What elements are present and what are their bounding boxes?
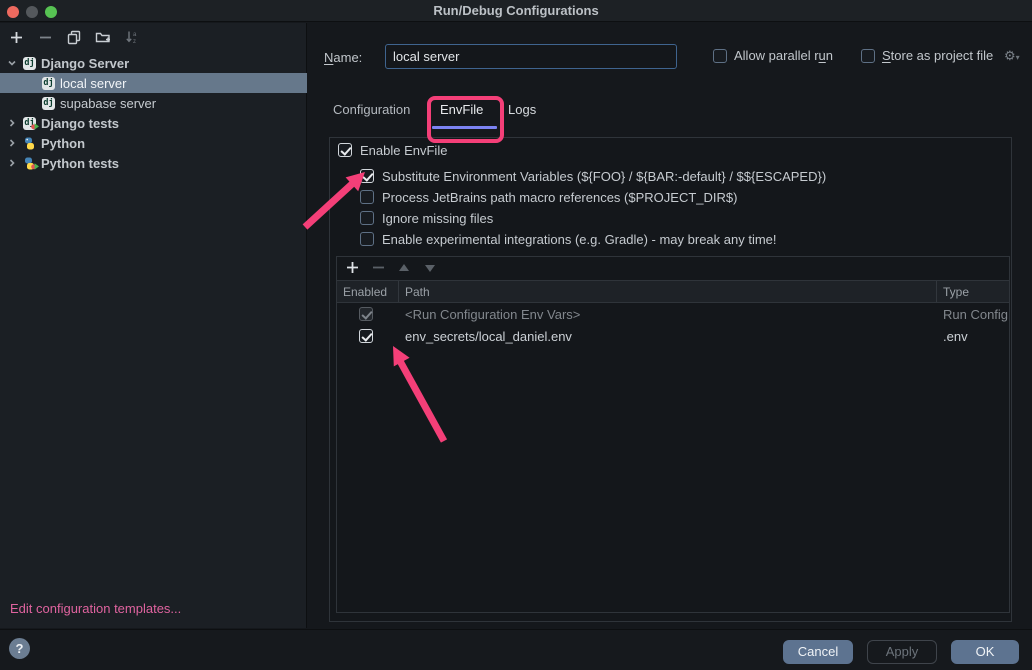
column-header-type[interactable]: Type xyxy=(937,281,1009,302)
name-input[interactable] xyxy=(385,44,677,69)
column-header-enabled[interactable]: Enabled xyxy=(337,281,399,302)
sort-alphabetically-icon[interactable]: az xyxy=(124,29,140,45)
table-row[interactable]: <Run Configuration Env Vars> Run Config xyxy=(337,303,1009,325)
checkbox-label: Process JetBrains path macro references … xyxy=(382,190,737,205)
tab-logs[interactable]: Logs xyxy=(508,102,536,117)
enable-envfile-checkbox[interactable]: Enable EnvFile xyxy=(338,142,447,158)
tree-item-label: supabase server xyxy=(60,96,156,111)
allow-parallel-run-checkbox[interactable]: Allow parallel run xyxy=(713,48,833,63)
chevron-down-icon[interactable] xyxy=(6,58,18,68)
envfile-tab-content: Enable EnvFile Substitute Environment Va… xyxy=(329,137,1012,622)
tree-item-label: Django tests xyxy=(41,116,119,131)
add-configuration-icon[interactable] xyxy=(8,29,24,45)
tab-configuration[interactable]: Configuration xyxy=(333,102,410,117)
dialog-footer: ? Cancel Apply OK xyxy=(0,629,1032,670)
ignore-missing-files-checkbox[interactable]: Ignore missing files xyxy=(360,210,493,226)
row-type: Run Config xyxy=(937,303,1009,325)
tree-item-label: Django Server xyxy=(41,56,129,71)
experimental-integrations-checkbox[interactable]: Enable experimental integrations (e.g. G… xyxy=(360,231,777,247)
svg-text:z: z xyxy=(133,39,136,44)
django-icon: dj xyxy=(42,97,55,110)
checkbox-icon[interactable] xyxy=(338,143,352,157)
test-overlay-icon xyxy=(31,158,39,173)
remove-configuration-icon[interactable] xyxy=(37,29,53,45)
chevron-right-icon[interactable] xyxy=(6,118,18,128)
python-tests-icon xyxy=(23,157,36,170)
tree-item-python[interactable]: Python xyxy=(0,133,307,153)
dialog-title: Run/Debug Configurations xyxy=(0,3,1032,18)
tree-item-supabase-server[interactable]: dj supabase server xyxy=(0,93,307,113)
move-up-icon xyxy=(397,261,411,276)
table-header: Enabled Path Type xyxy=(337,281,1009,303)
ok-button[interactable]: OK xyxy=(951,640,1019,664)
django-icon: dj xyxy=(42,77,55,90)
chevron-right-icon[interactable] xyxy=(6,158,18,168)
new-folder-icon[interactable] xyxy=(95,29,111,45)
tab-envfile[interactable]: EnvFile xyxy=(440,102,483,117)
django-tests-icon: dj xyxy=(23,117,36,130)
store-as-project-file-checkbox[interactable]: Store as project file xyxy=(861,48,993,63)
checkbox-label: Enable EnvFile xyxy=(360,143,447,158)
sidebar-toolbar: az xyxy=(0,23,307,51)
test-overlay-icon xyxy=(31,122,39,133)
process-path-macro-checkbox[interactable]: Process JetBrains path macro references … xyxy=(360,189,737,205)
checkbox-label: Substitute Environment Variables (${FOO}… xyxy=(382,169,826,184)
add-env-file-icon[interactable] xyxy=(345,261,359,277)
tree-item-label: Python xyxy=(41,136,85,151)
active-tab-underline xyxy=(432,126,497,129)
django-icon: dj xyxy=(23,57,36,70)
checkbox-icon[interactable] xyxy=(360,211,374,225)
tree-item-label: local server xyxy=(60,76,126,91)
checkbox-icon[interactable] xyxy=(360,232,374,246)
svg-text:a: a xyxy=(133,32,137,38)
move-down-icon xyxy=(423,261,437,276)
column-header-path[interactable]: Path xyxy=(399,281,937,302)
configuration-tree: dj Django Server dj local server dj supa… xyxy=(0,53,307,173)
tree-item-local-server[interactable]: dj local server xyxy=(0,73,307,93)
checkbox-label: Enable experimental integrations (e.g. G… xyxy=(382,232,777,247)
checkbox-icon[interactable] xyxy=(360,169,374,183)
tree-item-python-tests[interactable]: Python tests xyxy=(0,153,307,173)
row-type: .env xyxy=(937,325,1009,347)
chevron-right-icon[interactable] xyxy=(6,138,18,148)
checkbox-icon[interactable] xyxy=(861,49,875,63)
checkbox-label: Ignore missing files xyxy=(382,211,493,226)
table-toolbar xyxy=(337,257,1009,281)
checkbox-icon[interactable] xyxy=(360,190,374,204)
remove-env-file-icon xyxy=(371,261,385,277)
store-settings-gear-icon[interactable]: ⚙▾ xyxy=(1004,48,1020,64)
titlebar: Run/Debug Configurations xyxy=(0,0,1032,22)
apply-button: Apply xyxy=(867,640,937,664)
copy-configuration-icon[interactable] xyxy=(66,29,82,45)
name-label: Name: xyxy=(324,50,362,65)
tree-item-label: Python tests xyxy=(41,156,119,171)
edit-configuration-templates-link[interactable]: Edit configuration templates... xyxy=(10,601,181,616)
checkbox-label: Store as project file xyxy=(882,48,993,63)
substitute-env-vars-checkbox[interactable]: Substitute Environment Variables (${FOO}… xyxy=(360,168,826,184)
checkbox-label: Allow parallel run xyxy=(734,48,833,63)
row-enabled-checkbox xyxy=(359,307,373,321)
row-path: <Run Configuration Env Vars> xyxy=(399,303,937,325)
configurations-sidebar: az dj Django Server dj local server dj s… xyxy=(0,23,307,628)
help-button[interactable]: ? xyxy=(9,638,30,659)
tree-item-django-server[interactable]: dj Django Server xyxy=(0,53,307,73)
configuration-editor: Name: Allow parallel run Store as projec… xyxy=(308,23,1032,628)
python-icon xyxy=(23,137,36,150)
run-debug-configurations-dialog: Run/Debug Configurations az dj xyxy=(0,0,1032,670)
tree-item-django-tests[interactable]: dj Django tests xyxy=(0,113,307,133)
row-path: env_secrets/local_daniel.env xyxy=(399,325,937,347)
cancel-button[interactable]: Cancel xyxy=(783,640,853,664)
row-enabled-checkbox[interactable] xyxy=(359,329,373,343)
checkbox-icon[interactable] xyxy=(713,49,727,63)
env-files-table: Enabled Path Type <Run Configuration Env… xyxy=(336,256,1010,613)
table-row[interactable]: env_secrets/local_daniel.env .env xyxy=(337,325,1009,347)
